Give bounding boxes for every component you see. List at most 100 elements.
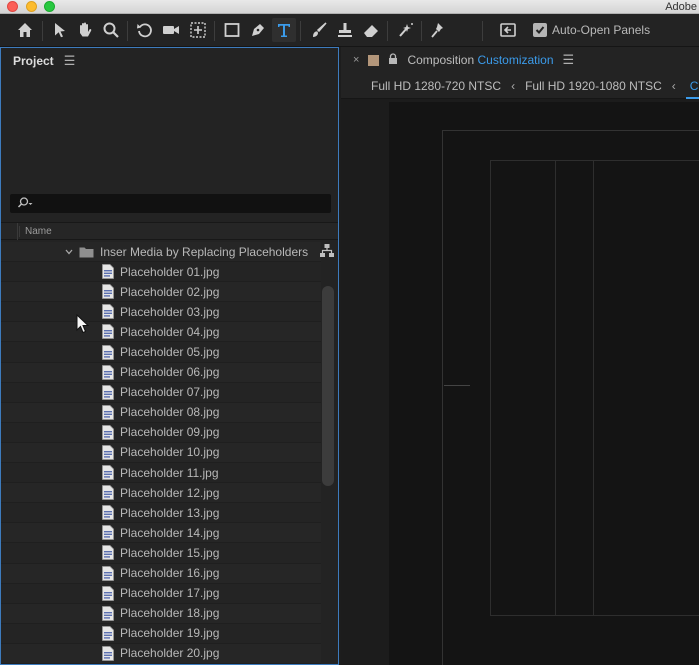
search-icon[interactable] (16, 196, 34, 213)
panel-menu-icon[interactable]: ☰ (64, 53, 76, 69)
image-file-icon (102, 545, 114, 561)
clone-stamp-icon[interactable] (333, 18, 357, 42)
file-row[interactable]: Placeholder 14.jpg (1, 523, 321, 544)
chevron-down-icon[interactable] (65, 249, 73, 255)
composition-tab-bar: Full HD 1280-720 NTSC ‹ Full HD 1920-108… (341, 73, 699, 99)
tab-full-hd-1920[interactable]: Full HD 1920-1080 NTSC (525, 79, 662, 93)
type-icon[interactable] (272, 18, 296, 42)
chevron-left-icon[interactable]: ‹ (511, 79, 515, 93)
minimize-window-button[interactable] (26, 1, 37, 12)
zoom-icon[interactable] (99, 18, 123, 42)
close-tab-icon[interactable]: × (353, 54, 359, 66)
file-name: Placeholder 01.jpg (120, 264, 220, 279)
auto-open-panels-toggle[interactable]: Auto-Open Panels (533, 23, 650, 37)
guide-line (555, 160, 556, 616)
file-row[interactable]: Placeholder 16.jpg (1, 563, 321, 584)
composition-label: Composition (407, 53, 475, 67)
brush-icon[interactable] (307, 18, 331, 42)
file-name: Placeholder 20.jpg (120, 646, 220, 661)
project-search-input[interactable] (10, 194, 331, 213)
pan-behind-icon[interactable] (186, 18, 210, 42)
file-name: Placeholder 19.jpg (120, 626, 220, 641)
folder-name: Inser Media by Replacing Placeholders (100, 244, 309, 259)
title-bar: Adobe (0, 0, 699, 14)
file-name: Placeholder 12.jpg (120, 485, 220, 500)
file-row[interactable]: Placeholder 17.jpg (1, 583, 321, 604)
file-row[interactable]: Placeholder 03.jpg (1, 302, 321, 323)
camera-icon[interactable] (159, 18, 183, 42)
guide-line (593, 160, 594, 616)
hierarchy-icon[interactable] (319, 243, 335, 262)
composition-viewer[interactable] (389, 102, 699, 665)
file-row[interactable]: Placeholder 13.jpg (1, 503, 321, 524)
home-icon[interactable] (13, 18, 37, 42)
image-file-icon (102, 344, 114, 360)
file-name: Placeholder 08.jpg (120, 405, 220, 420)
selection-icon[interactable] (48, 18, 72, 42)
image-file-icon (102, 585, 114, 601)
project-scrollbar[interactable] (321, 284, 336, 664)
guide-tick (444, 385, 470, 386)
auto-open-checkbox[interactable] (533, 23, 547, 37)
folder-row[interactable]: Inser Media by Replacing Placeholders (1, 242, 321, 263)
image-file-icon (102, 605, 114, 621)
file-name: Placeholder 14.jpg (120, 525, 220, 540)
file-name: Placeholder 02.jpg (120, 284, 220, 299)
eraser-icon[interactable] (359, 18, 383, 42)
panel-menu-icon[interactable]: ☰ (563, 52, 575, 68)
image-file-icon (102, 445, 114, 460)
puppet-pin-icon[interactable] (426, 18, 450, 42)
workspace-panel-icon[interactable] (496, 18, 520, 42)
chevron-left-icon[interactable]: ‹ (672, 79, 676, 93)
file-name: Placeholder 16.jpg (120, 566, 220, 581)
image-file-icon (102, 424, 114, 440)
app-title: Adobe (665, 1, 697, 13)
file-row[interactable]: Placeholder 10.jpg (1, 442, 321, 464)
file-row[interactable]: Placeholder 07.jpg (1, 382, 321, 403)
image-file-icon (102, 364, 114, 380)
image-file-icon (102, 485, 114, 501)
file-row[interactable]: Placeholder 19.jpg (1, 623, 321, 644)
file-row[interactable]: Placeholder 01.jpg (1, 262, 321, 283)
project-panel-title[interactable]: Project (13, 54, 54, 68)
file-row[interactable]: Placeholder 20.jpg (1, 643, 321, 664)
file-row[interactable]: Placeholder 02.jpg (1, 282, 321, 303)
project-panel-header: Project ☰ (1, 48, 338, 74)
image-file-icon (102, 324, 114, 340)
file-name: Placeholder 04.jpg (120, 324, 220, 339)
file-row[interactable]: Placeholder 11.jpg (1, 463, 321, 484)
scrollbar-thumb[interactable] (322, 286, 334, 486)
image-file-icon (102, 384, 114, 400)
file-row[interactable]: Placeholder 09.jpg (1, 422, 321, 443)
column-header: Name (1, 222, 338, 240)
label-color-swatch[interactable] (368, 54, 380, 66)
mouse-cursor-icon (76, 313, 90, 337)
lock-icon[interactable] (388, 53, 398, 67)
file-row[interactable]: Placeholder 15.jpg (1, 543, 321, 564)
project-item-list: Inser Media by Replacing Placeholders Pl… (1, 242, 321, 664)
name-column-header[interactable]: Name (19, 226, 52, 237)
file-row[interactable]: Placeholder 06.jpg (1, 362, 321, 383)
pen-icon[interactable] (246, 18, 270, 42)
rectangle-icon[interactable] (220, 18, 244, 42)
file-name: Placeholder 03.jpg (120, 304, 220, 319)
image-file-icon (102, 264, 114, 280)
file-row[interactable]: Placeholder 18.jpg (1, 603, 321, 624)
file-row[interactable]: Placeholder 05.jpg (1, 342, 321, 363)
tools-toolbar: Auto-Open Panels (0, 14, 699, 47)
file-row[interactable]: Placeholder 04.jpg (1, 322, 321, 343)
tab-current[interactable]: Cu (685, 79, 699, 99)
roto-brush-icon[interactable] (394, 18, 418, 42)
file-name: Placeholder 09.jpg (120, 425, 220, 440)
rotate-icon[interactable] (133, 18, 157, 42)
hand-icon[interactable] (73, 18, 97, 42)
close-window-button[interactable] (7, 1, 18, 12)
file-row[interactable]: Placeholder 12.jpg (1, 483, 321, 504)
image-file-icon (102, 646, 114, 661)
tab-full-hd-1280[interactable]: Full HD 1280-720 NTSC (371, 79, 501, 93)
composition-panel-title[interactable]: Composition Customization (407, 53, 553, 67)
file-row[interactable]: Placeholder 08.jpg (1, 402, 321, 423)
file-name: Placeholder 07.jpg (120, 385, 220, 400)
image-file-icon (102, 565, 114, 581)
zoom-window-button[interactable] (44, 1, 55, 12)
